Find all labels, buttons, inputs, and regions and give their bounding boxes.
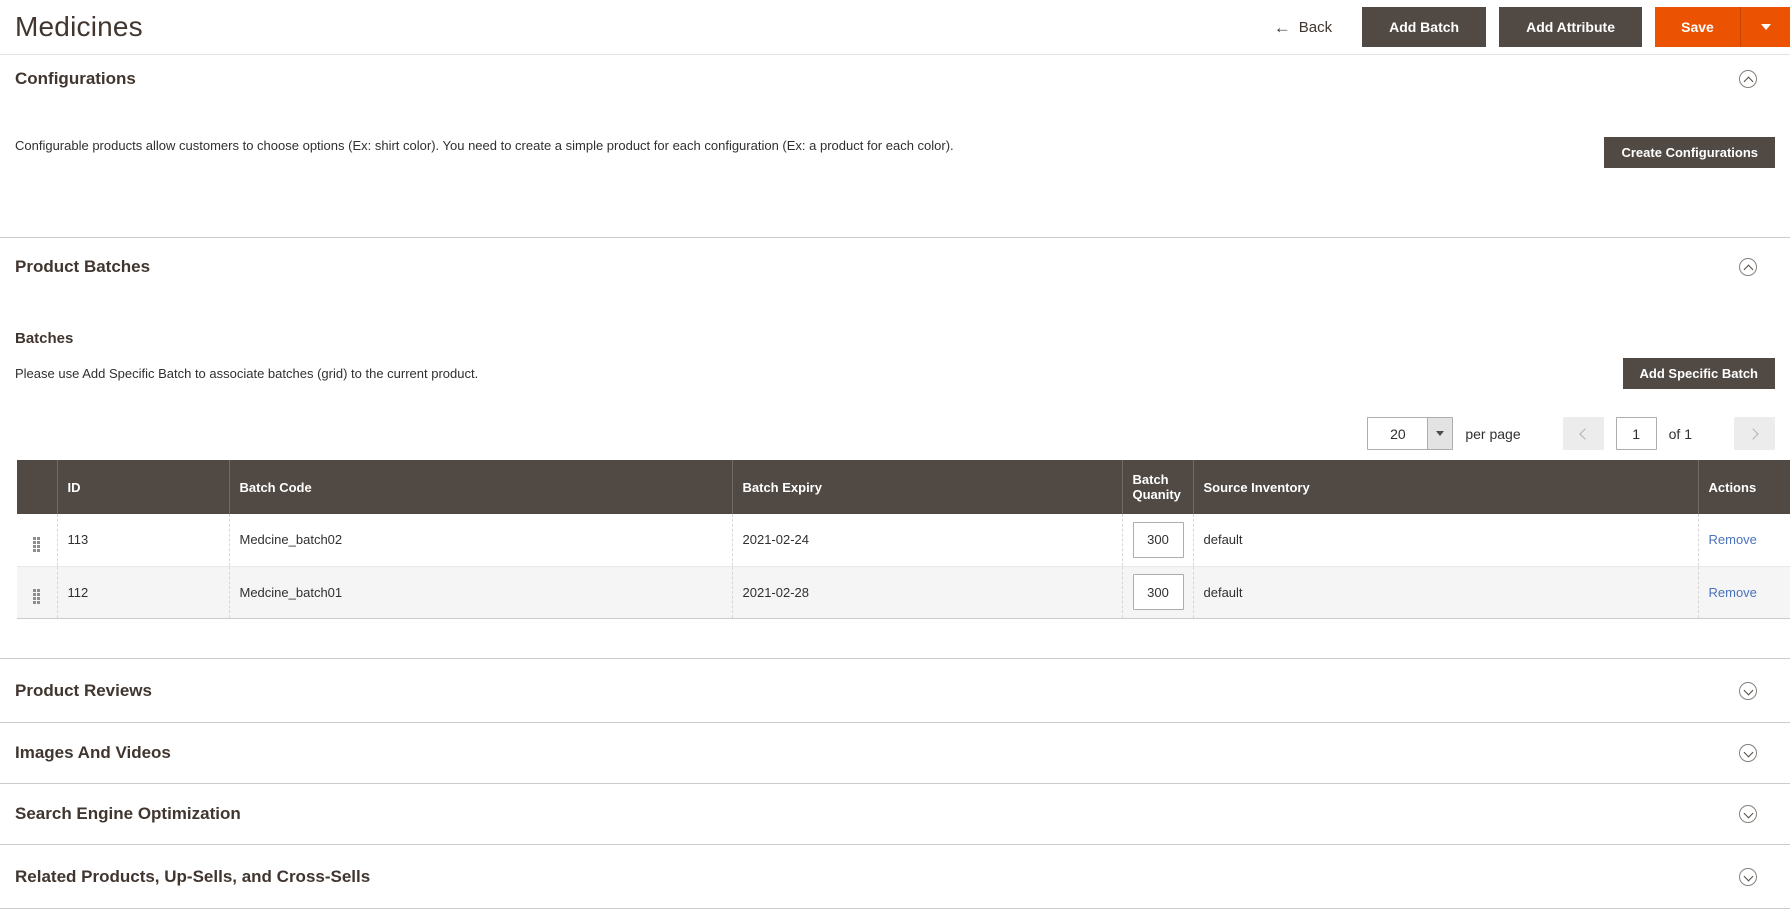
page-size-value: 20 [1390,425,1406,442]
cell-batch-code: Medcine_batch02 [228,514,732,566]
page-header: Medicines ← Back Add Batch Add Attribute… [0,0,1790,55]
page-size-select[interactable]: 20 [1367,417,1454,450]
drag-cell [17,514,57,566]
batches-subsection: Batches Please use Add Specific Batch to… [0,330,1790,450]
header-actions: ← Back Add Batch Add Attribute Save [1274,7,1790,47]
column-header-batch-code: Batch Code [228,460,732,514]
cell-source-inventory: default [1192,514,1698,566]
create-configurations-button[interactable]: Create Configurations [1604,137,1775,168]
previous-page-button[interactable] [1562,417,1604,450]
next-page-button[interactable] [1734,417,1775,450]
section-search-engine-optimization[interactable]: Search Engine Optimization [0,784,1790,845]
section-title: Product Reviews [15,680,152,700]
collapse-chevron-up-icon[interactable] [1739,258,1757,276]
product-batches-title: Product Batches [15,257,151,276]
section-title: Related Products, Up-Sells, and Cross-Se… [15,866,371,886]
collapse-chevron-down-icon[interactable] [1739,805,1757,823]
cell-source-inventory: default [1192,565,1698,618]
back-button[interactable]: ← Back [1274,19,1332,36]
back-label: Back [1298,18,1333,36]
section-configurations: Configurations Configurable products all… [0,55,1790,238]
remove-link[interactable]: Remove [1709,532,1757,547]
column-header-id: ID [56,460,229,514]
cell-actions: Remove [1697,514,1790,566]
section-images-and-videos[interactable]: Images And Videos [0,723,1790,784]
collapse-chevron-up-icon[interactable] [1739,70,1757,88]
select-arrow-button[interactable] [1427,418,1453,449]
save-split-button: Save [1655,7,1790,47]
column-header-source-inventory: Source Inventory [1192,460,1698,514]
save-dropdown-button[interactable] [1740,7,1790,47]
table-header-row: ID Batch Code Batch Expiry Batch Quanity… [17,460,1790,514]
cell-batch-code: Medcine_batch01 [228,565,732,618]
collapse-chevron-down-icon[interactable] [1739,867,1757,886]
cell-id: 113 [56,514,229,566]
drag-handle-icon[interactable] [33,589,41,604]
table-row: 113 Medcine_batch02 2021-02-24 default R… [17,514,1790,566]
collapse-chevron-down-icon[interactable] [1739,744,1757,762]
batches-subtitle: Batches [15,330,74,347]
column-header-batch-quantity: Batch Quanity [1121,460,1193,514]
batch-quantity-input[interactable] [1132,574,1184,610]
configurations-title: Configurations [15,69,136,88]
drag-cell [17,565,57,618]
section-title: Images And Videos [15,743,171,762]
configurations-header: Configurations [0,69,1790,89]
add-attribute-button[interactable]: Add Attribute [1499,7,1642,47]
batch-quantity-input[interactable] [1132,521,1184,558]
add-specific-batch-button[interactable]: Add Specific Batch [1622,358,1775,389]
product-edit-page: Medicines ← Back Add Batch Add Attribute… [0,0,1790,915]
chevron-down-icon [1436,431,1445,436]
cell-batch-quantity [1121,514,1193,566]
cell-batch-quantity [1121,565,1193,618]
add-batch-button[interactable]: Add Batch [1362,7,1487,47]
page-title: Medicines [15,11,143,42]
collapse-chevron-down-icon[interactable] [1739,681,1757,700]
section-product-reviews[interactable]: Product Reviews [0,659,1790,723]
cell-batch-expiry: 2021-02-24 [731,514,1122,566]
column-header-batch-expiry: Batch Expiry [731,460,1122,514]
configurations-body: Configurable products allow customers to… [0,137,1790,168]
drag-handle-icon[interactable] [33,536,41,552]
save-button[interactable]: Save [1655,7,1740,47]
pagination-bar: 20 per page of 1 [15,417,1775,450]
configurations-description: Configurable products allow customers to… [15,138,954,153]
chevron-down-icon [1760,24,1771,30]
column-header-actions: Actions [1697,460,1790,514]
product-batches-header: Product Batches [0,257,1790,277]
per-page-label: per page [1465,425,1521,442]
batches-description: Please use Add Specific Batch to associa… [15,366,479,381]
section-product-batches: Product Batches Batches Please use Add S… [0,238,1790,659]
back-arrow-icon: ← [1273,17,1291,37]
cell-actions: Remove [1697,565,1790,618]
table-row: 112 Medcine_batch01 2021-02-28 default R… [17,565,1790,618]
drag-column-header [17,460,57,514]
section-related-products[interactable]: Related Products, Up-Sells, and Cross-Se… [0,845,1790,909]
batches-description-row: Please use Add Specific Batch to associa… [15,358,1775,389]
cell-id: 112 [56,565,229,618]
section-title: Search Engine Optimization [15,804,241,823]
remove-link[interactable]: Remove [1709,585,1757,600]
current-page-input[interactable] [1615,417,1657,450]
batches-table: ID Batch Code Batch Expiry Batch Quanity… [17,460,1790,619]
cell-batch-expiry: 2021-02-28 [731,565,1122,618]
total-pages-label: of 1 [1668,425,1692,442]
